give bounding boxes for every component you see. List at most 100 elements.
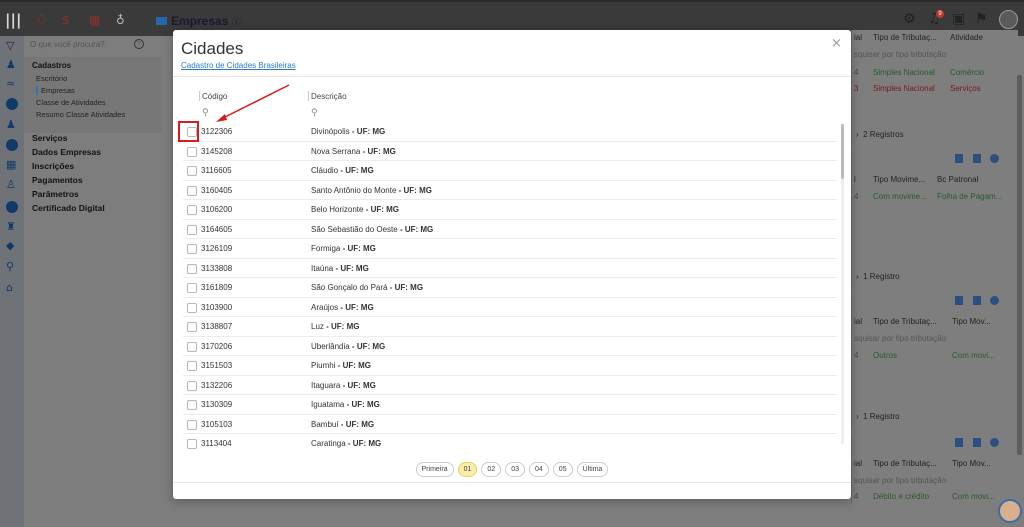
column-header-descricao[interactable]: Descrição [311,92,347,101]
export-icon[interactable] [973,154,981,163]
pager-page-03[interactable]: 03 [505,462,525,477]
table-row[interactable]: 3133808 Itaúna - UF: MG [183,259,837,278]
globe-icon[interactable] [6,201,18,213]
flag-icon[interactable]: ⚑ [975,11,988,27]
menu-section-title[interactable]: Cadastros [32,61,71,70]
user-avatar[interactable] [999,10,1018,29]
home-icon[interactable]: ⌂ [6,282,18,293]
table-row[interactable]: 3113404 Caratinga - UF: MG [183,434,837,449]
row-checkbox[interactable] [187,146,197,157]
city-description: São Gonçalo do Pará - UF: MG [311,283,424,292]
pager-last[interactable]: Última [576,462,609,477]
export-icon[interactable] [973,438,981,447]
row-checkbox[interactable] [187,380,197,391]
close-icon[interactable]: × [831,36,842,51]
row-checkbox[interactable] [187,341,197,352]
nav-servicos[interactable]: Serviços [32,133,67,143]
table-row[interactable]: 3170206 Uberlândia - UF: MG [183,337,837,356]
handshake-icon[interactable]: ≈ [6,78,18,89]
people-icon[interactable]: ⚇ [36,13,47,27]
pdf-icon[interactable] [955,154,963,163]
users-icon[interactable]: ♟ [6,119,18,130]
add-icon[interactable] [990,438,999,447]
nav-inscricoes[interactable]: Inscrições [32,161,74,171]
pager-page-01[interactable]: 01 [457,462,478,477]
table-row[interactable]: 3103900 Araújos - UF: MG [183,298,837,317]
row-checkbox[interactable] [187,224,197,235]
calculator-icon[interactable]: ▦ [89,13,100,27]
dollar-circle-icon[interactable] [6,139,18,151]
table-row[interactable]: 3145208 Nova Serrana - UF: MG [183,142,837,161]
pager-page-05[interactable]: 05 [552,462,573,477]
city-code: 3113404 [201,439,232,448]
table-row[interactable]: 3161809 São Gonçalo do Pará - UF: MG [183,278,837,298]
nav-pagamentos[interactable]: Pagamentos [32,175,83,185]
sidebar-search[interactable]: O que você procura? ? [30,39,144,49]
table-row[interactable]: 3160405 Santo Antônio do Monte - UF: MG [183,181,837,200]
row-checkbox[interactable] [187,419,197,430]
bag-icon[interactable]: ♜ [6,221,18,232]
walk-icon[interactable]: ♙ [6,179,18,190]
column-divider [199,91,200,101]
city-code: 3151503 [201,361,233,370]
nav-parametros[interactable]: Parâmetros [32,189,79,199]
table-row[interactable]: 3132206 Itaguara - UF: MG [183,376,837,395]
row-checkbox[interactable] [187,302,197,313]
row-checkbox[interactable] [187,263,197,274]
search-icon[interactable]: ⚲ [6,261,18,272]
page-scrollbar[interactable] [1017,75,1022,455]
table-row[interactable]: 3116605 Cláudio - UF: MG [183,161,837,181]
pdf-icon[interactable] [955,438,963,447]
layers-icon[interactable]: ◆ [6,240,18,251]
pdf-icon[interactable] [955,296,963,305]
person-icon[interactable]: ♟ [6,59,18,70]
row-checkbox[interactable] [187,283,197,293]
table-scrollbar[interactable] [841,124,844,444]
row-checkbox[interactable] [187,244,197,254]
table-row[interactable]: 3106200 Belo Horizonte - UF: MG [183,200,837,220]
pager-first[interactable]: Primeira [415,462,454,477]
scrollbar-thumb[interactable] [841,124,844,179]
help-icon[interactable]: ? [134,39,144,49]
menu-item-empresas[interactable]: Empresas [36,86,75,95]
row-checkbox[interactable] [187,361,197,371]
export-icon[interactable] [973,296,981,305]
menu-item-resumo-classe[interactable]: Resumo Classe Atividades [36,110,125,119]
grid-icon[interactable]: ▦ [6,159,18,170]
row-checkbox[interactable] [187,185,197,196]
row-checkbox[interactable] [187,205,197,215]
table-row[interactable]: 3130309 Iguatama - UF: MG [183,395,837,415]
row-checkbox[interactable] [187,400,197,410]
table-row[interactable]: 3105103 Bambuí - UF: MG [183,415,837,434]
nav-certificado-digital[interactable]: Certificado Digital [32,203,105,213]
column-divider [308,91,309,101]
menu-item-classe-atividades[interactable]: Classe de Atividades [36,98,106,107]
codigo-filter-icon[interactable]: ⚲ [202,108,209,118]
table-row[interactable]: 3138807 Luz - UF: MG [183,317,837,337]
table-row[interactable]: 3126109 Formiga - UF: MG [183,239,837,259]
table-row[interactable]: 3122306 Divinópolis - UF: MG [183,122,837,142]
row-checkbox[interactable] [187,322,197,332]
row-checkbox[interactable] [187,439,197,449]
cadastro-cidades-link[interactable]: Cadastro de Cidades Brasileiras [181,61,296,70]
app-logo[interactable]: ||| [5,11,21,29]
card-1-footer: › 2 Registros [856,130,904,139]
info-icon[interactable]: ⓘ [232,17,241,27]
descricao-filter-icon[interactable]: ⚲ [311,108,318,118]
add-icon[interactable] [990,296,999,305]
row-checkbox[interactable] [187,166,197,176]
clock-icon[interactable] [6,98,18,110]
assistant-avatar[interactable] [998,499,1022,523]
table-row[interactable]: 3164605 São Sebastião do Oeste - UF: MG [183,220,837,239]
nav-dados-empresas[interactable]: Dados Empresas [32,147,101,157]
search-doc-icon[interactable]: ▣ [952,11,965,27]
filter-icon[interactable]: ▽ [6,40,18,51]
table-row[interactable]: 3151503 Piumhi - UF: MG [183,356,837,376]
pager-page-02[interactable]: 02 [481,462,502,477]
dollar-icon[interactable]: $ [62,13,70,27]
pager-page-04[interactable]: 04 [529,462,549,477]
bulb-icon[interactable]: ♁ [116,13,125,27]
add-icon[interactable] [990,154,999,163]
menu-item-escritorio[interactable]: Escritório [36,74,67,83]
puzzle-icon[interactable]: ⚙ [903,11,916,27]
